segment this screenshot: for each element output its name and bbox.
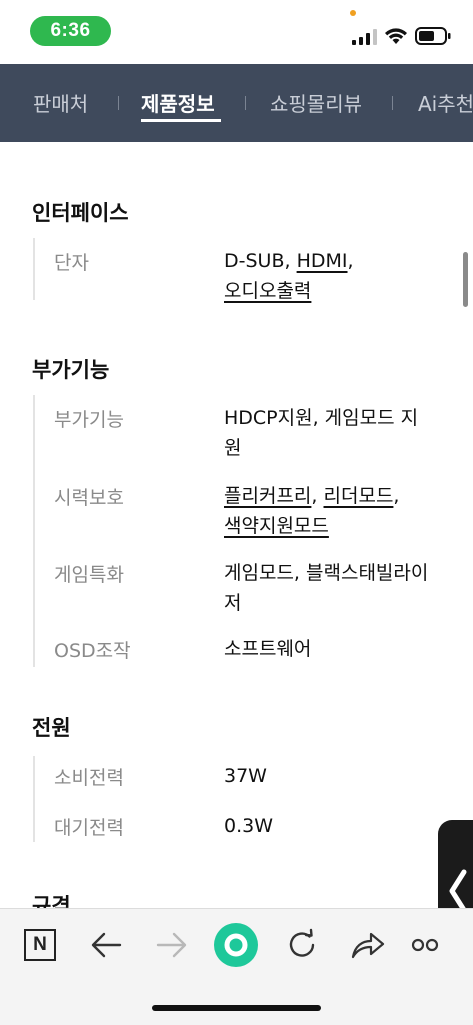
cellular-signal-icon	[352, 29, 377, 45]
back-arrow-icon	[91, 932, 122, 958]
spec-value-extra-features: HDCP지원, 게임모드 지원	[224, 407, 419, 459]
tab-separator	[245, 96, 246, 110]
tab-ai-recommend[interactable]: Ai추천	[418, 88, 473, 117]
reader-mode-link[interactable]: 리더모드	[324, 485, 394, 507]
spec-label-standby-power: 대기전력	[54, 817, 124, 839]
section-rail	[33, 395, 35, 667]
home-indicator[interactable]	[152, 1005, 321, 1011]
flicker-free-link[interactable]: 플리커프리	[224, 485, 311, 507]
privacy-indicator-dot	[350, 10, 356, 16]
spec-label-extra-features: 부가기능	[54, 409, 124, 431]
spec-label-power-consumption: 소비전력	[54, 767, 124, 789]
spec-value-power-consumption: 37W	[224, 765, 267, 787]
section-rail	[33, 238, 35, 300]
section-title-power: 전원	[32, 716, 71, 740]
share-icon	[351, 932, 385, 959]
green-menu-button[interactable]	[212, 921, 260, 969]
tab-sellers[interactable]: 판매처	[33, 88, 88, 117]
green-home-dot-icon	[214, 923, 258, 967]
refresh-icon	[289, 928, 315, 957]
status-bar: 6:36	[0, 0, 473, 64]
battery-icon	[415, 27, 451, 45]
active-tab-underline	[141, 119, 221, 122]
scrollbar-thumb[interactable]	[463, 252, 468, 307]
spec-content[interactable]: 인터페이스 단자 D-SUB, HDMI, 오디오출력 부가기능 부가기능 HD…	[0, 142, 473, 908]
spec-label-osd: OSD조작	[54, 640, 131, 662]
browser-bottom-bar: N	[0, 908, 473, 1025]
port-audio-out-link[interactable]: 오디오출력	[224, 280, 311, 302]
color-weakness-mode-link[interactable]: 색약지원모드	[224, 515, 329, 537]
forward-arrow-icon	[156, 932, 187, 958]
port-hdmi-link[interactable]: HDMI	[297, 250, 348, 272]
tab-mall-reviews[interactable]: 쇼핑몰리뷰	[270, 88, 362, 117]
port-dsub-link: D-SUB	[224, 250, 285, 272]
section-title-interface: 인터페이스	[32, 201, 129, 225]
product-tab-bar: 판매처 제품정보 쇼핑몰리뷰 Ai추천	[0, 64, 473, 142]
spec-value-gaming: 게임모드, 블랙스태빌라이저	[224, 562, 429, 614]
section-rail	[33, 756, 35, 842]
back-button[interactable]	[86, 925, 126, 965]
tab-separator	[118, 96, 119, 110]
n-logo-icon: N	[24, 929, 56, 961]
spec-value-osd: 소프트웨어	[224, 638, 312, 660]
share-button[interactable]	[348, 925, 388, 965]
spec-value-ports: D-SUB, HDMI, 오디오출력	[224, 250, 354, 302]
more-icon	[411, 938, 439, 952]
wifi-icon	[385, 28, 407, 44]
tab-product-info[interactable]: 제품정보	[141, 88, 215, 117]
refresh-button[interactable]	[282, 925, 322, 965]
more-button[interactable]	[408, 925, 448, 965]
spec-value-eye-care: 플리커프리, 리더모드, 색약지원모드	[224, 485, 400, 537]
status-time: 6:36	[30, 16, 111, 46]
naver-home-button[interactable]: N	[20, 925, 60, 965]
spec-label-ports: 단자	[54, 252, 89, 274]
spec-label-eye-care: 시력보호	[54, 487, 124, 509]
section-title-spec: 규격	[32, 894, 71, 908]
spec-value-standby-power: 0.3W	[224, 815, 274, 837]
tab-separator	[392, 96, 393, 110]
section-title-extra-features: 부가기능	[32, 358, 110, 382]
spec-label-gaming: 게임특화	[54, 564, 124, 586]
forward-button[interactable]	[152, 925, 192, 965]
